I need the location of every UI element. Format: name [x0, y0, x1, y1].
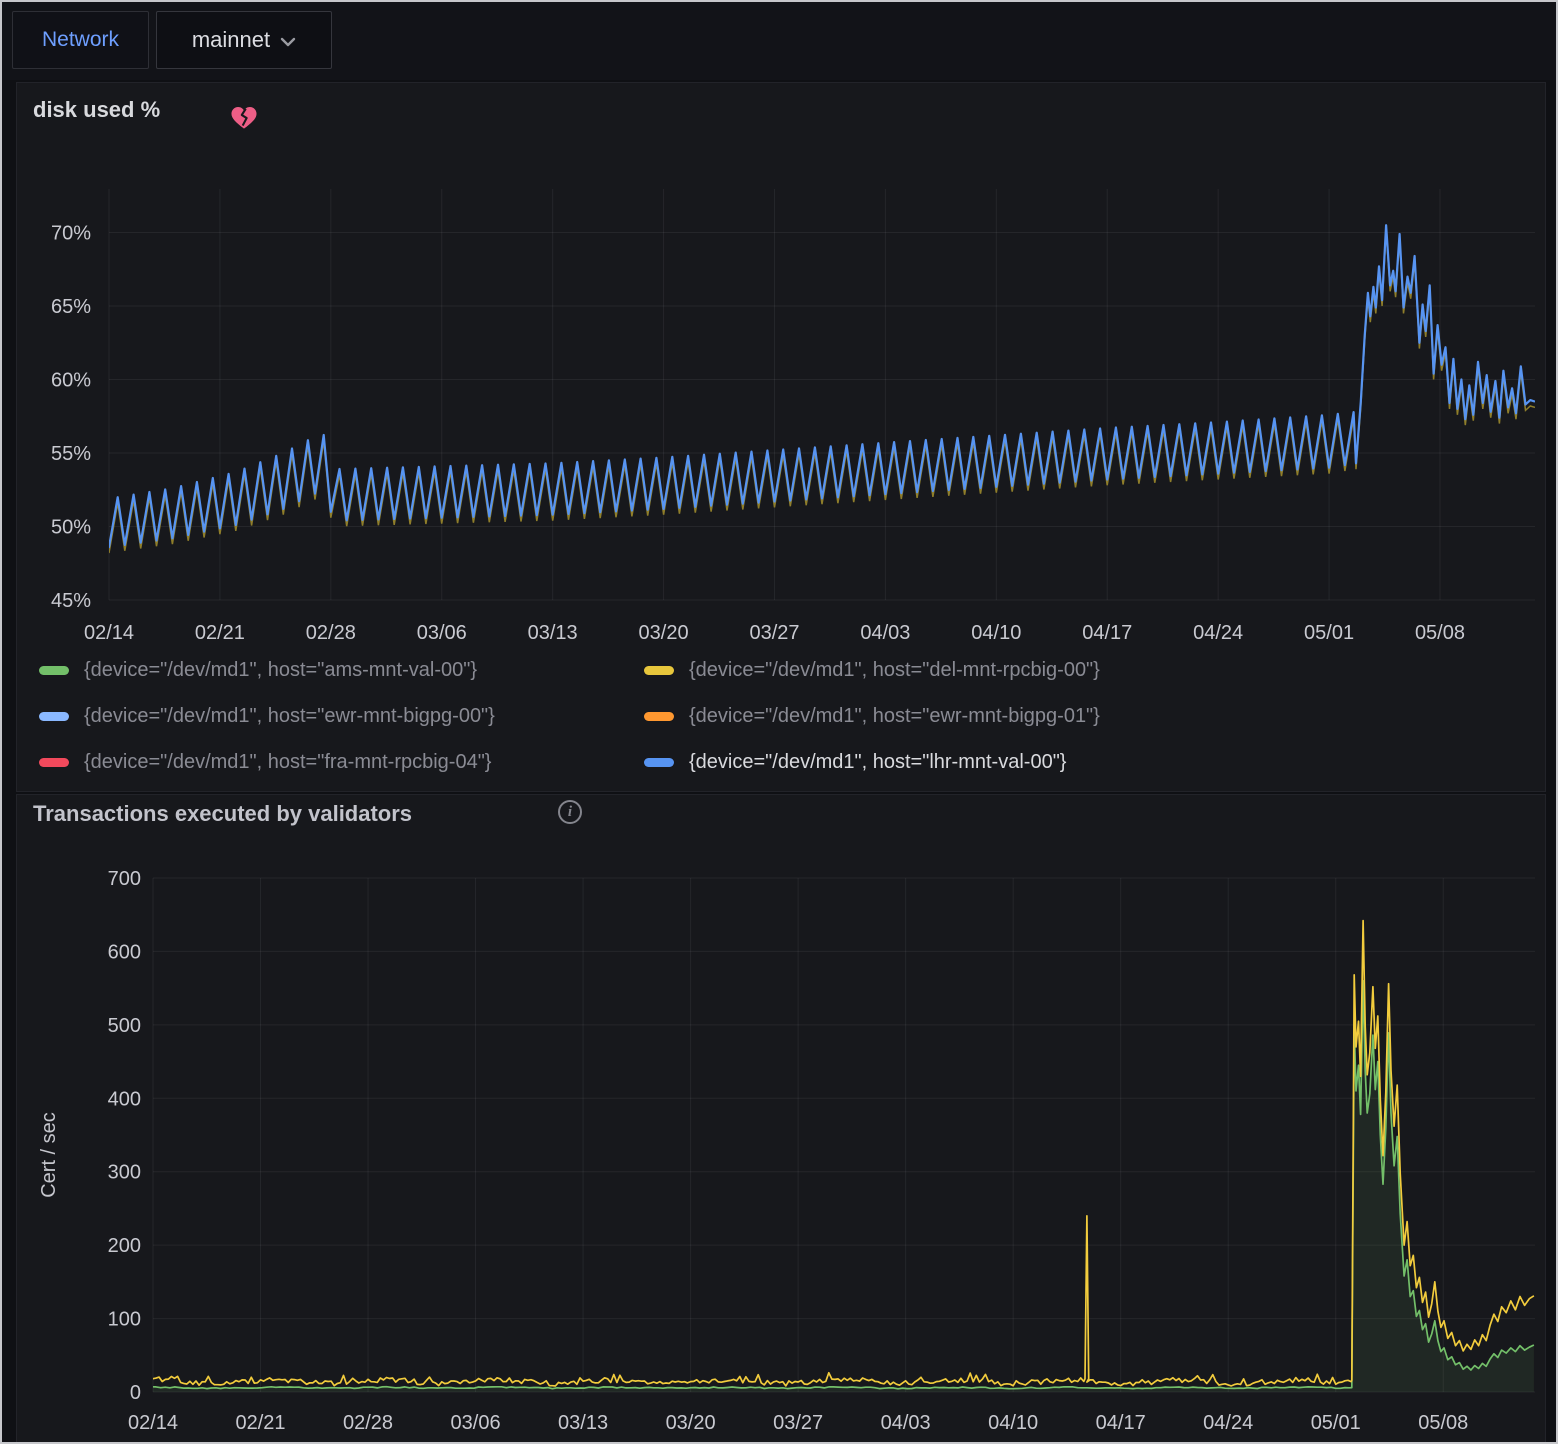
- panel-title[interactable]: Transactions executed by validators: [33, 801, 412, 827]
- y-tick-label: 55%: [51, 443, 91, 465]
- series-line-shadow: [93, 231, 1535, 553]
- panel-transactions: Transactions executed by validators i Ce…: [16, 794, 1546, 1444]
- x-tick-label: 03/13: [558, 1412, 608, 1434]
- series-fill-confirmed: [138, 981, 1534, 1392]
- x-tick-label: 04/10: [971, 622, 1021, 643]
- network-variable-select[interactable]: mainnet: [156, 11, 332, 69]
- x-tick-label: 04/24: [1203, 1412, 1253, 1434]
- y-tick-label: 400: [108, 1088, 141, 1110]
- legend-item[interactable]: {device="/dev/md1", host="ams-mnt-val-00…: [39, 657, 614, 684]
- series-label: {device="/dev/md1", host="ewr-mnt-bigpg-…: [689, 705, 1100, 728]
- legend-item[interactable]: {device="/dev/md1", host="ewr-mnt-bigpg-…: [644, 703, 1219, 730]
- series-line-executed: [138, 921, 1534, 1386]
- x-tick-label: 05/01: [1304, 622, 1354, 643]
- x-tick-label: 05/08: [1418, 1412, 1468, 1434]
- series-line-confirmed: [138, 981, 1534, 1389]
- y-tick-label: 45%: [51, 590, 91, 612]
- alert-broken-heart-icon[interactable]: [229, 105, 259, 132]
- x-tick-label: 03/06: [417, 622, 467, 643]
- y-tick-label: 70%: [51, 223, 91, 245]
- grafana-dashboard: Network mainnet disk used % 45% 50% 55% 60%…: [0, 0, 1558, 1444]
- x-tick-label: 04/17: [1082, 622, 1132, 643]
- network-variable-label: Network: [12, 11, 149, 69]
- y-tick-label: 0: [130, 1382, 141, 1404]
- panel-title[interactable]: disk used %: [33, 97, 160, 123]
- x-tick-label: 03/20: [639, 622, 689, 643]
- series-label: {device="/dev/md1", host="del-mnt-rpcbig…: [689, 659, 1100, 682]
- x-tick-label: 04/03: [881, 1412, 931, 1434]
- x-tick-label: 02/14: [128, 1412, 178, 1434]
- x-tick-label: 03/06: [451, 1412, 501, 1434]
- x-tick-label: 04/17: [1096, 1412, 1146, 1434]
- y-tick-label: 300: [108, 1162, 141, 1184]
- series-line-disk-used: [93, 225, 1535, 547]
- x-tick-label: 02/28: [343, 1412, 393, 1434]
- legend-item[interactable]: {device="/dev/md1", host="del-mnt-rpcbig…: [644, 657, 1219, 684]
- x-tick-label: 03/20: [666, 1412, 716, 1434]
- series-color-swatch: [644, 666, 674, 675]
- x-tick-label: 04/24: [1193, 622, 1243, 643]
- series-label: {device="/dev/md1", host="ams-mnt-val-00…: [84, 659, 477, 682]
- x-tick-label: 04/03: [860, 622, 910, 643]
- y-tick-label: 60%: [51, 370, 91, 392]
- y-tick-label: 100: [108, 1309, 141, 1331]
- legend-item[interactable]: {device="/dev/md1", host="lhr-mnt-val-00…: [644, 749, 1219, 776]
- panel-transactions-header: Transactions executed by validators i: [17, 795, 1545, 843]
- y-tick-label: 200: [108, 1235, 141, 1257]
- series-label: {device="/dev/md1", host="lhr-mnt-val-00…: [689, 751, 1066, 774]
- series-color-swatch: [39, 758, 69, 767]
- legend-item[interactable]: {device="/dev/md1", host="ewr-mnt-bigpg-…: [39, 703, 614, 730]
- series-label: {device="/dev/md1", host="fra-mnt-rpcbig…: [84, 751, 492, 774]
- series-color-swatch: [644, 758, 674, 767]
- y-tick-label: 700: [108, 868, 141, 890]
- disk-used-chart[interactable]: 45% 50% 55% 60% 65% 70% 02/14 02/21 02/28 03/06 03…: [17, 83, 1545, 643]
- transactions-chart[interactable]: 0 100 200 300 400 500 600 700 02/14 02/21 02/28 03/…: [17, 795, 1545, 1443]
- series-label: {device="/dev/md1", host="ewr-mnt-bigpg-…: [84, 705, 495, 728]
- x-tick-label: 02/28: [306, 622, 356, 643]
- panel-disk-used-header: disk used %: [17, 83, 1545, 131]
- panel-disk-used: disk used % 45% 50% 55% 60% 65% 70% 02/14 02/21…: [16, 82, 1546, 792]
- series-color-swatch: [39, 666, 69, 675]
- series-color-swatch: [39, 712, 69, 721]
- network-variable-label-text: Network: [42, 28, 119, 52]
- x-tick-label: 05/01: [1311, 1412, 1361, 1434]
- y-tick-label: 600: [108, 941, 141, 963]
- x-tick-label: 02/14: [84, 622, 134, 643]
- x-tick-label: 05/08: [1415, 622, 1465, 643]
- y-tick-label: 65%: [51, 296, 91, 318]
- network-variable-value: mainnet: [192, 27, 270, 53]
- x-tick-label: 02/21: [195, 622, 245, 643]
- chevron-down-icon: [280, 37, 296, 47]
- legend-item[interactable]: {device="/dev/md1", host="fra-mnt-rpcbig…: [39, 749, 614, 776]
- x-tick-label: 03/27: [773, 1412, 823, 1434]
- x-tick-label: 03/27: [749, 622, 799, 643]
- series-color-swatch: [644, 712, 674, 721]
- x-tick-label: 02/21: [235, 1412, 285, 1434]
- variable-bar: Network mainnet: [2, 2, 1556, 80]
- x-tick-label: 04/10: [988, 1412, 1038, 1434]
- x-tick-label: 03/13: [528, 622, 578, 643]
- info-icon[interactable]: i: [558, 800, 582, 824]
- disk-used-legend: {device="/dev/md1", host="ams-mnt-val-00…: [39, 657, 1531, 795]
- y-axis-title: Cert / sec: [29, 1135, 69, 1175]
- y-tick-label: 500: [108, 1015, 141, 1037]
- y-tick-label: 50%: [51, 517, 91, 539]
